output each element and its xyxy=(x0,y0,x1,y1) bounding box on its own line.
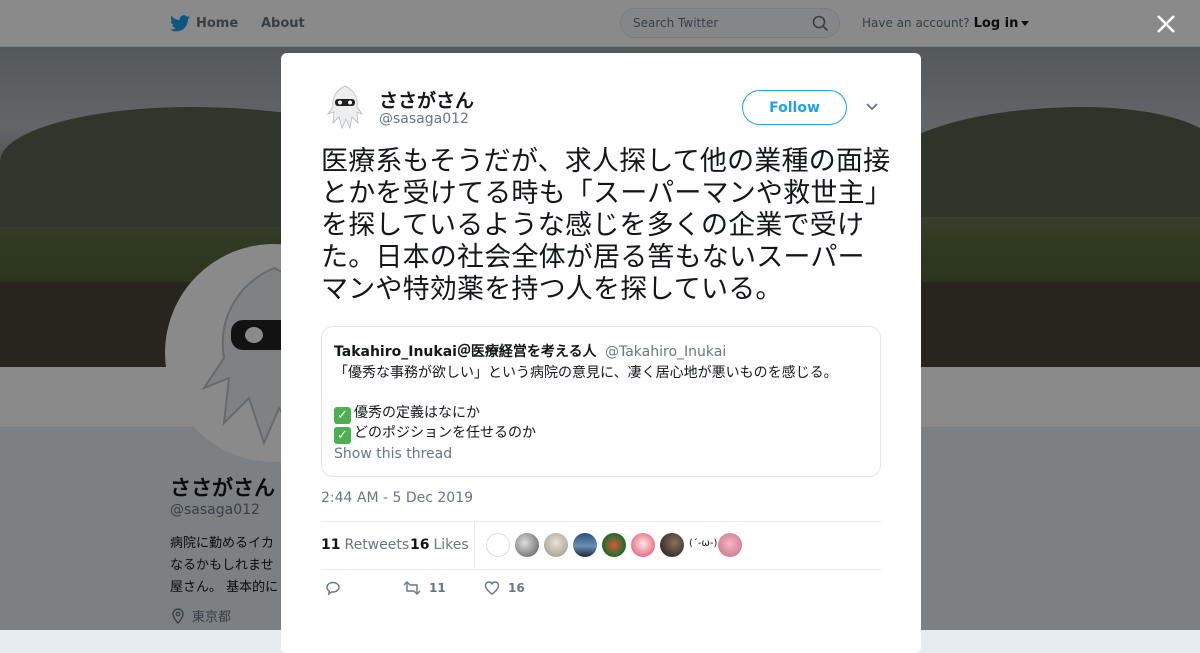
tweet-actions: 11 16 xyxy=(321,580,881,604)
tweet-author-name[interactable]: ささがさん xyxy=(379,86,474,113)
heart-icon xyxy=(484,581,500,595)
tweet-author-avatar[interactable] xyxy=(321,83,369,131)
tweet-text: 医療系もそうだが、求人探して他の業種の面接とかを受けてる時も「スーパーマンや救世… xyxy=(321,146,891,305)
tweet-author-handle[interactable]: @sasaga012 xyxy=(379,111,469,127)
retweet-icon xyxy=(403,581,421,595)
quoted-checklist-item: ✓ どのポジションを任せるのか xyxy=(334,422,536,444)
quoted-author-name: Takahiro_Inukai＠医療経営を考える人 xyxy=(334,344,597,360)
quoted-tweet[interactable]: Takahiro_Inukai＠医療経営を考える人 @Takahiro_Inuk… xyxy=(321,326,881,477)
tweet-timestamp[interactable]: 2:44 AM - 5 Dec 2019 xyxy=(321,490,473,506)
squid-avatar-icon xyxy=(321,83,369,131)
liker-avatar[interactable] xyxy=(486,533,510,557)
likes-stat[interactable]: 16 Likes xyxy=(410,537,469,553)
liker-avatar[interactable] xyxy=(544,533,568,557)
liker-avatar[interactable] xyxy=(573,533,597,557)
retweets-stat[interactable]: 11 Retweets xyxy=(321,537,409,553)
liker-avatar[interactable] xyxy=(515,533,539,557)
retweets-label: Retweets xyxy=(344,537,410,553)
liker-avatar[interactable] xyxy=(660,533,684,557)
quoted-author-handle: @Takahiro_Inukai xyxy=(604,344,727,360)
tweet-stats: 11 Retweets 16 Likes (´-ω-) xyxy=(321,521,881,570)
retweet-count: 11 xyxy=(429,581,446,595)
reply-icon xyxy=(326,581,340,596)
quoted-checklist-text: どのポジションを任せるのか xyxy=(354,425,536,441)
retweet-button[interactable]: 11 xyxy=(403,580,446,596)
likes-count: 16 xyxy=(410,537,430,553)
quoted-text-line: 「優秀な事務が欲しい」という病院の意見に、凄く居心地が悪いものを感じる。 xyxy=(334,365,838,381)
show-thread-link[interactable]: Show this thread xyxy=(334,446,452,462)
liker-avatar[interactable] xyxy=(718,533,742,557)
stats-divider xyxy=(474,522,475,568)
liker-avatar[interactable] xyxy=(602,533,626,557)
quoted-checklist-item: ✓ 優秀の定義はなにか xyxy=(334,402,480,424)
close-icon[interactable] xyxy=(1152,10,1180,38)
quoted-checklist-text: 優秀の定義はなにか xyxy=(354,405,480,421)
quoted-tweet-header: Takahiro_Inukai＠医療経営を考える人 @Takahiro_Inuk… xyxy=(334,341,726,361)
reply-button[interactable] xyxy=(325,580,341,596)
liker-avatar-text[interactable]: (´-ω-) xyxy=(689,538,717,549)
likes-label: Likes xyxy=(433,537,469,553)
follow-button[interactable]: Follow xyxy=(742,90,847,125)
like-button[interactable]: 16 xyxy=(484,580,525,596)
chevron-down-icon[interactable] xyxy=(865,100,879,114)
retweets-count: 11 xyxy=(321,537,341,553)
check-mark-icon: ✓ xyxy=(334,427,351,444)
liker-avatar[interactable] xyxy=(631,533,655,557)
like-count: 16 xyxy=(508,581,525,595)
tweet-modal: ささがさん @sasaga012 Follow 医療系もそうだが、求人探して他の… xyxy=(281,53,921,653)
